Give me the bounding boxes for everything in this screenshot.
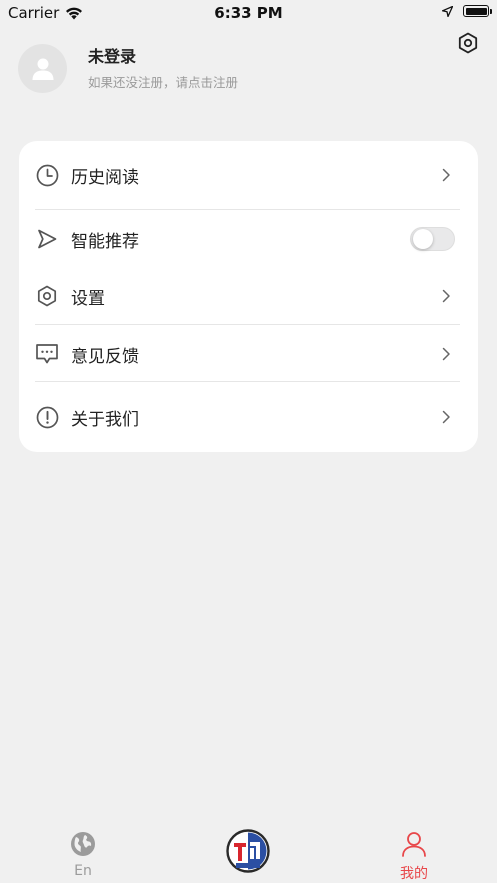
profile-text: 未登录 如果还没注册，请点击注册 <box>88 46 238 91</box>
chevron-right-icon <box>438 409 454 425</box>
smart-recommend-toggle[interactable] <box>410 227 455 251</box>
divider <box>35 381 460 382</box>
app-logo-icon <box>226 829 270 873</box>
chat-bubble-icon <box>35 342 59 366</box>
profile-header[interactable]: 未登录 如果还没注册，请点击注册 <box>18 44 238 93</box>
hexagon-settings-icon <box>458 32 478 54</box>
menu-item-label: 意见反馈 <box>71 346 139 367</box>
tab-bar: En 我的 <box>0 823 497 883</box>
tab-label: En <box>74 863 92 879</box>
hexagon-settings-icon <box>35 284 59 308</box>
tab-home-logo[interactable] <box>226 829 270 873</box>
battery-icon <box>463 5 492 17</box>
status-time: 6:33 PM <box>214 4 283 22</box>
profile-name: 未登录 <box>88 47 137 66</box>
tab-label: 我的 <box>400 866 428 882</box>
menu-item-label: 关于我们 <box>71 409 139 430</box>
location-arrow-icon <box>442 5 453 17</box>
menu-item-smart-recommend: 智能推荐 <box>35 223 478 255</box>
divider <box>35 324 460 325</box>
profile-hint: 如果还没注册，请点击注册 <box>88 75 239 90</box>
menu-item-label: 设置 <box>71 288 105 309</box>
send-icon <box>35 227 59 251</box>
settings-button[interactable] <box>455 30 481 56</box>
menu-item-feedback[interactable]: 意见反馈 <box>35 338 478 370</box>
menu-item-label: 历史阅读 <box>71 167 139 188</box>
clock-icon <box>35 163 59 187</box>
menu-card: 历史阅读 智能推荐 设置 意见反馈 关于我们 <box>19 141 478 452</box>
tab-en[interactable]: En <box>38 831 128 879</box>
chevron-right-icon <box>438 167 454 183</box>
toggle-knob <box>413 229 433 249</box>
status-bar: Carrier 6:33 PM <box>0 0 497 26</box>
menu-item-about[interactable]: 关于我们 <box>35 401 478 433</box>
globe-icon <box>71 832 95 856</box>
info-exclamation-icon <box>35 405 59 429</box>
menu-item-label: 智能推荐 <box>71 231 139 252</box>
menu-item-settings[interactable]: 设置 <box>35 280 478 312</box>
status-right-group <box>442 5 492 17</box>
menu-item-history[interactable]: 历史阅读 <box>35 159 478 191</box>
chevron-right-icon <box>438 346 454 362</box>
user-placeholder-icon <box>32 58 53 80</box>
chevron-right-icon <box>438 288 454 304</box>
tab-me[interactable]: 我的 <box>369 831 459 883</box>
avatar[interactable] <box>18 44 67 93</box>
divider <box>35 209 460 210</box>
person-icon <box>402 832 426 857</box>
